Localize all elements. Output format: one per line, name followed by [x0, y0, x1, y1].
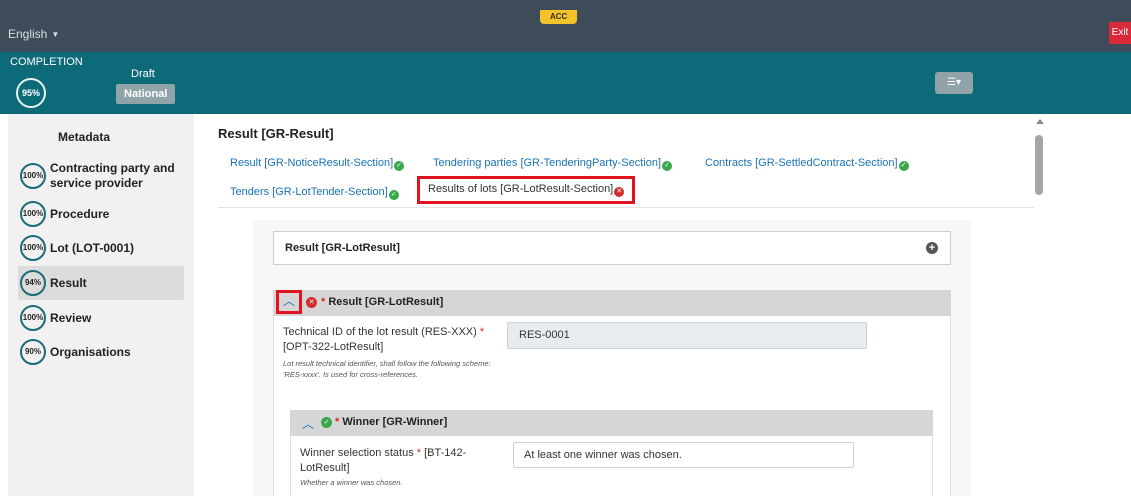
check-icon: ✓: [662, 161, 673, 171]
tab-label: Tendering parties [GR-TenderingParty-Sec…: [433, 157, 662, 169]
sidebar-item-label: Contracting party and service provider: [50, 161, 175, 190]
sidebar-item-label: Review: [50, 310, 92, 325]
sidebar-item-review[interactable]: 100% Review: [18, 301, 184, 335]
result-card: Result [GR-LotResult] +: [273, 231, 951, 265]
tab-results-of-lots[interactable]: Results of lots [GR-LotResult-Section] ✕: [417, 176, 636, 204]
error-icon: ✕: [614, 187, 625, 197]
environment-badge: ACC: [540, 10, 578, 24]
sidebar-item-label: Procedure: [50, 206, 110, 221]
sidebar-item-result[interactable]: 94% Result: [18, 266, 184, 300]
sidebar-item-label: Result: [50, 275, 87, 290]
winner-field-label: Winner selection status * [BT-142-LotRes…: [300, 447, 467, 474]
top-bar: English ▼ ACC Exit: [0, 0, 1131, 52]
completion-progress: 95%: [16, 78, 46, 108]
chevron-up-icon: ︿: [282, 294, 295, 308]
sidebar-item-label: Lot (LOT-0001): [50, 240, 135, 255]
winner-field-help: Whether a winner was chosen.: [300, 478, 403, 487]
sidebar-title: Metadata: [58, 130, 111, 144]
check-icon: ✓: [394, 161, 405, 171]
tab-label: Tenders [GR-LotTender-Section]: [230, 186, 388, 198]
tab-label: Results of lots [GR-LotResult-Section]: [428, 183, 614, 195]
check-icon: ✓: [898, 161, 909, 171]
add-icon[interactable]: +: [926, 242, 938, 254]
section-header: ✕ * Result [GR-LotResult]: [273, 290, 951, 316]
sidebar-item-contracting-party[interactable]: 100% Contracting party and service provi…: [18, 156, 184, 196]
tab-label: Contracts [GR-SettledContract-Section]: [705, 157, 898, 169]
scope-badge: National: [116, 84, 176, 104]
completion-label: COMPLETION: [10, 56, 83, 68]
completion-band: COMPLETION 95% Draft National ☰▾: [0, 52, 1131, 114]
chevron-up-icon[interactable]: ︿: [302, 415, 314, 432]
progress-ring: 90%: [20, 339, 46, 365]
collapse-button[interactable]: ︿: [276, 290, 302, 314]
tab-notice-result[interactable]: Result [GR-NoticeResult-Section] ✓: [230, 157, 405, 171]
winner-section-title: * Winner [GR-Winner]: [335, 416, 448, 428]
section-title: * Result [GR-LotResult]: [321, 296, 444, 308]
tab-tendering-parties[interactable]: Tendering parties [GR-TenderingParty-Sec…: [433, 157, 673, 171]
language-label: English: [8, 27, 48, 41]
sidebar-item-label: Organisations: [50, 344, 131, 359]
tab-label: Result [GR-NoticeResult-Section]: [230, 157, 394, 169]
progress-ring: 100%: [20, 305, 46, 331]
sliders-icon: ☰▾: [947, 77, 961, 88]
check-icon: ✓: [321, 417, 332, 428]
field-label: Technical ID of the lot result (RES-XXX)…: [283, 326, 485, 353]
exit-button[interactable]: Exit: [1109, 22, 1131, 44]
status-label: Draft: [131, 68, 155, 80]
settings-dropdown-button[interactable]: ☰▾: [935, 72, 973, 94]
check-icon: ✓: [388, 190, 399, 200]
field-help: Lot result technical identifier, shall f…: [283, 359, 491, 379]
technical-id-input[interactable]: RES-0001: [507, 322, 867, 349]
tab-contracts[interactable]: Contracts [GR-SettledContract-Section] ✓: [705, 157, 909, 171]
caret-down-icon: ▼: [51, 30, 60, 39]
winner-status-select[interactable]: At least one winner was chosen.: [513, 442, 854, 468]
scrollbar-thumb[interactable]: [1035, 135, 1043, 195]
language-selector[interactable]: English ▼: [8, 27, 59, 41]
page-title: Result [GR-Result]: [218, 126, 334, 141]
sidebar-item-lot[interactable]: 100% Lot (LOT-0001): [18, 231, 184, 265]
progress-ring: 100%: [20, 235, 46, 261]
progress-ring: 100%: [20, 201, 46, 227]
error-icon: ✕: [306, 297, 317, 308]
progress-ring: 100%: [20, 163, 46, 189]
result-card-label: Result [GR-LotResult]: [285, 242, 400, 254]
progress-ring: 94%: [20, 270, 46, 296]
tab-divider: [218, 207, 1034, 208]
scroll-up-arrow[interactable]: [1036, 119, 1044, 124]
sidebar-item-organisations[interactable]: 90% Organisations: [18, 335, 184, 369]
winner-section-header: ︿ ✓ * Winner [GR-Winner]: [290, 410, 933, 436]
tab-tenders[interactable]: Tenders [GR-LotTender-Section] ✓: [230, 186, 399, 200]
sidebar-item-procedure[interactable]: 100% Procedure: [18, 197, 184, 231]
